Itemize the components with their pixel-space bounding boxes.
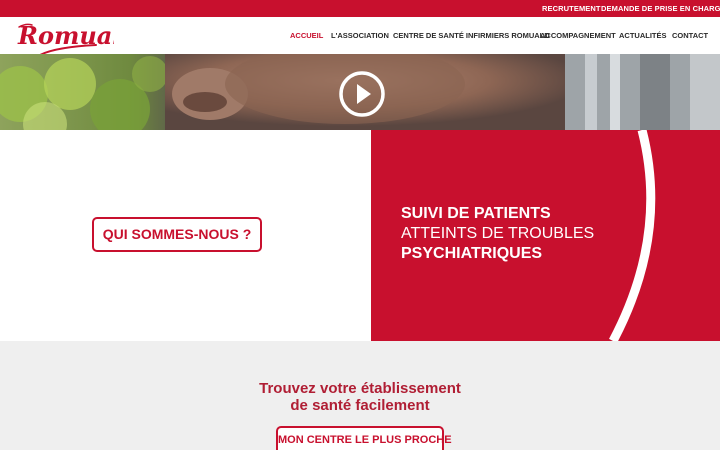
request-care-link[interactable]: DEMANDE DE PRISE EN CHARGE [601, 4, 720, 13]
tagline-line-1: SUIVI DE PATIENTS [401, 205, 551, 222]
nearest-centre-button[interactable]: MON CENTRE LE PLUS PROCHE [276, 426, 452, 450]
nav-item-association[interactable]: L'ASSOCIATION [331, 31, 389, 40]
top-bar: RECRUTEMENT DEMANDE DE PRISE EN CHARGE [0, 0, 720, 17]
find-title-line-1: Trouvez votre établissement [259, 380, 461, 397]
find-centre-title: Trouvez votre établissement de santé fac… [0, 380, 720, 414]
tagline-line-3: PSYCHIATRIQUES [401, 245, 543, 262]
find-title-line-2: de santé facilement [290, 397, 430, 414]
logo-mark: Romuald [17, 21, 138, 56]
play-circle-icon [339, 71, 385, 117]
nav-item-accompagnement[interactable]: ACCOMPAGNEMENT [540, 31, 616, 40]
play-video-button[interactable] [338, 70, 386, 118]
nav-item-contact[interactable]: CONTACT [672, 31, 708, 40]
mission-panel: SUIVI DE PATIENTS ATTEINTS DE TROUBLES P… [371, 130, 720, 341]
site-header: Romuald ACCUEIL L'ASSOCIATION CENTRE DE … [0, 17, 720, 56]
nav-item-centre-sante[interactable]: CENTRE DE SANTÉ INFIRMIERS ROMUALD [393, 31, 550, 40]
tagline-line-2: ATTEINTS DE TROUBLES [401, 225, 595, 242]
nav-item-accueil[interactable]: ACCUEIL [290, 31, 323, 40]
nav-item-actualites[interactable]: ACTUALITÉS [619, 31, 667, 40]
about-us-button[interactable]: QUI SOMMES-NOUS ? [92, 217, 262, 252]
mission-tagline: SUIVI DE PATIENTS ATTEINTS DE TROUBLES P… [401, 204, 594, 264]
recruitment-link[interactable]: RECRUTEMENT [542, 4, 601, 13]
romuald-logo[interactable]: Romuald [16, 19, 138, 56]
